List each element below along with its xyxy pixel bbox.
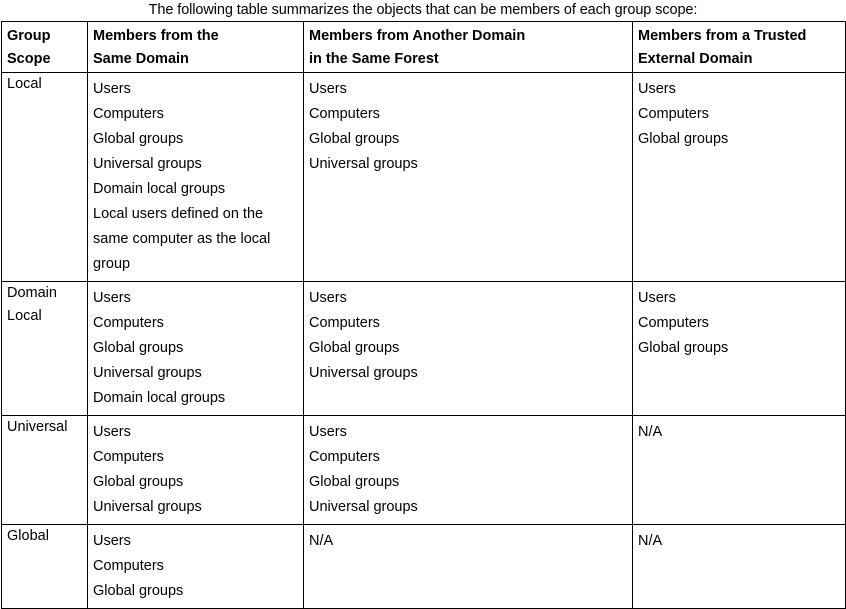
- list-item: N/A: [638, 424, 663, 440]
- list-item: Users: [309, 424, 347, 440]
- list-item: Users: [93, 290, 131, 306]
- list-item: group: [93, 256, 131, 272]
- scope-label: Global: [7, 528, 49, 544]
- list-item: Universal groups: [93, 156, 202, 172]
- list-item: Universal groups: [309, 156, 418, 172]
- list-item: Global groups: [93, 583, 184, 599]
- cell-another-domain-same-forest: Users Computers Global groups Universal …: [303, 415, 633, 525]
- cell-same-domain: Users Computers Global groups: [87, 524, 304, 609]
- cell-another-domain-same-forest: Users Computers Global groups Universal …: [303, 281, 633, 416]
- column-header-line: Members from a Trusted: [638, 28, 807, 44]
- cell-group-scope: Global: [1, 524, 88, 609]
- cell-same-domain: Users Computers Global groups Universal …: [87, 72, 304, 282]
- list-item: Users: [638, 290, 676, 306]
- list-item: Computers: [93, 558, 164, 574]
- column-header-line: Members from Another Domain: [309, 28, 526, 44]
- list-item: Global groups: [638, 340, 729, 356]
- list-item: Computers: [638, 315, 709, 331]
- list-item: Users: [638, 81, 676, 97]
- list-item: Global groups: [638, 131, 729, 147]
- column-header-another-domain-same-forest: Members from Another Domain in the Same …: [303, 21, 633, 73]
- group-scope-table-wrapper: Group Scope Members from the Same Domain…: [1, 21, 846, 609]
- cell-another-domain-same-forest: N/A: [303, 524, 633, 609]
- list-item: Global groups: [309, 131, 400, 147]
- list-item: Computers: [638, 106, 709, 122]
- table-row: Global Users Computers Global groups N/A: [1, 524, 846, 609]
- list-item: Domain local groups: [93, 390, 226, 406]
- list-item: Global groups: [309, 474, 400, 490]
- list-item: Universal groups: [309, 365, 418, 381]
- cell-group-scope: Local: [1, 72, 88, 282]
- list-item: Users: [93, 81, 131, 97]
- list-item: Computers: [309, 449, 380, 465]
- column-header-line: External Domain: [638, 51, 753, 67]
- list-item: Universal groups: [93, 365, 202, 381]
- list-item: Computers: [309, 106, 380, 122]
- cell-same-domain: Users Computers Global groups Universal …: [87, 415, 304, 525]
- table-row: Local Users Computers Global groups Univ…: [1, 72, 846, 282]
- list-item: Universal groups: [93, 499, 202, 515]
- scope-label: Universal: [7, 419, 68, 435]
- list-item: Users: [309, 290, 347, 306]
- list-item: Global groups: [93, 474, 184, 490]
- table-header-row: Group Scope Members from the Same Domain…: [1, 21, 846, 73]
- list-item: Users: [309, 81, 347, 97]
- column-header-group-scope: Group Scope: [1, 21, 88, 73]
- list-item: Global groups: [309, 340, 400, 356]
- column-header-line: in the Same Forest: [309, 51, 439, 67]
- list-item: Users: [93, 424, 131, 440]
- column-header-line: Members from the: [93, 28, 219, 44]
- list-item: Universal groups: [309, 499, 418, 515]
- scope-label: Local: [7, 308, 42, 324]
- list-item: same computer as the local: [93, 231, 271, 247]
- document-page: The following table summarizes the objec…: [0, 0, 846, 609]
- column-header-line: Scope: [7, 51, 51, 67]
- column-header-trusted-external-domain: Members from a Trusted External Domain: [632, 21, 846, 73]
- list-item: Computers: [93, 449, 164, 465]
- list-item: Local users defined on the: [93, 206, 264, 222]
- column-header-same-domain: Members from the Same Domain: [87, 21, 304, 73]
- list-item: N/A: [309, 533, 334, 549]
- column-header-line: Same Domain: [93, 51, 189, 67]
- cell-group-scope: Domain Local: [1, 281, 88, 416]
- cell-trusted-external-domain: Users Computers Global groups: [632, 72, 846, 282]
- cell-trusted-external-domain: N/A: [632, 415, 846, 525]
- list-item: Global groups: [93, 340, 184, 356]
- cell-group-scope: Universal: [1, 415, 88, 525]
- table-row: Universal Users Computers Global groups …: [1, 415, 846, 525]
- cell-trusted-external-domain: N/A: [632, 524, 846, 609]
- list-item: Computers: [93, 315, 164, 331]
- group-scope-table: Group Scope Members from the Same Domain…: [1, 21, 846, 609]
- list-item: Computers: [309, 315, 380, 331]
- list-item: Computers: [93, 106, 164, 122]
- cell-same-domain: Users Computers Global groups Universal …: [87, 281, 304, 416]
- scope-label: Local: [7, 76, 42, 92]
- list-item: Global groups: [93, 131, 184, 147]
- list-item: N/A: [638, 533, 663, 549]
- column-header-line: Group: [7, 28, 51, 44]
- table-caption: The following table summarizes the objec…: [148, 2, 698, 18]
- scope-label: Domain: [7, 285, 57, 301]
- cell-trusted-external-domain: Users Computers Global groups: [632, 281, 846, 416]
- list-item: Domain local groups: [93, 181, 226, 197]
- list-item: Users: [93, 533, 131, 549]
- cell-another-domain-same-forest: Users Computers Global groups Universal …: [303, 72, 633, 282]
- table-row: Domain Local Users Computers Global grou…: [1, 281, 846, 416]
